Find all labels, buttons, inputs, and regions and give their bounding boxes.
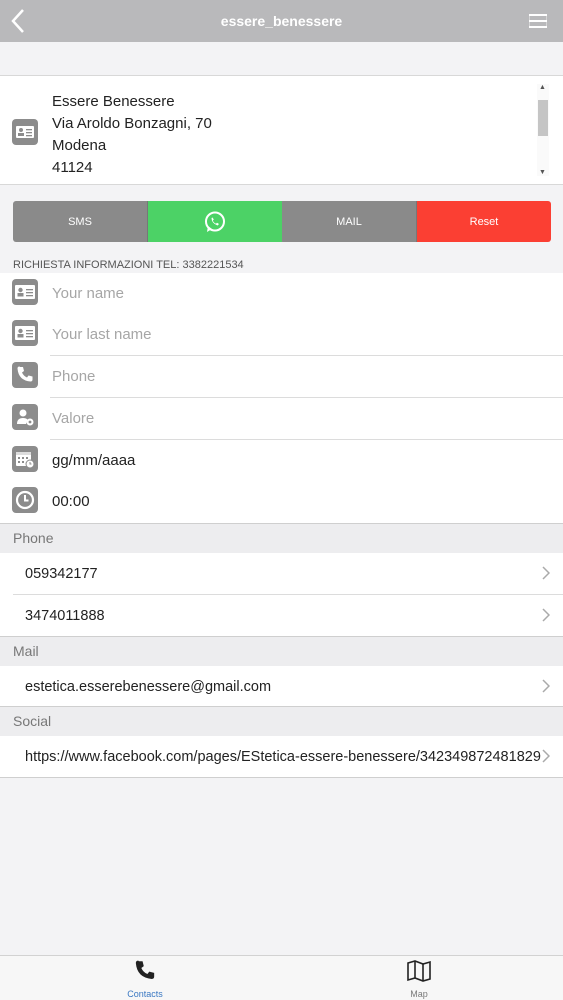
whatsapp-button[interactable] xyxy=(148,201,282,242)
page-title: essere_benessere xyxy=(220,13,343,29)
address-line-name: Essere Benessere xyxy=(52,93,175,110)
address-line-city: Modena xyxy=(52,137,107,154)
value-field[interactable]: Valore xyxy=(0,398,563,440)
facebook-link: https://www.facebook.com/pages/EStetica-… xyxy=(25,749,541,765)
chevron-right-icon xyxy=(542,749,550,763)
back-arrow-icon[interactable] xyxy=(8,8,30,34)
top-bar: essere_benessere xyxy=(0,0,563,42)
phone-number: 059342177 xyxy=(25,566,98,582)
hamburger-menu-icon[interactable] xyxy=(529,14,547,28)
mail-list-item[interactable]: estetica.esserebenessere@gmail.com xyxy=(0,666,563,708)
last-name-placeholder: Your last name xyxy=(52,326,152,343)
address-scrollbar[interactable]: ▲ ▼ xyxy=(537,84,549,176)
time-value: 00:00 xyxy=(52,493,90,510)
sms-button[interactable]: SMS xyxy=(13,201,148,242)
time-field[interactable]: 00:00 xyxy=(0,481,563,523)
person-settings-icon xyxy=(12,404,38,430)
phone-field[interactable]: Phone xyxy=(0,356,563,398)
whatsapp-icon xyxy=(205,211,225,232)
address-text: Essere Benessere Via Aroldo Bonzagni, 70… xyxy=(52,91,212,179)
phone-number: 3474011888 xyxy=(25,608,105,624)
reset-button[interactable]: Reset xyxy=(417,201,551,242)
address-line-street: Via Aroldo Bonzagni, 70 xyxy=(52,115,212,132)
social-section-header: Social xyxy=(0,706,563,736)
phone-list-item[interactable]: 3474011888 xyxy=(0,595,563,637)
social-list-item[interactable]: https://www.facebook.com/pages/EStetica-… xyxy=(0,736,563,778)
request-info-label: RICHIESTA INFORMAZIONI TEL: 3382221534 xyxy=(13,259,244,271)
address-line-zip: 41124 xyxy=(52,159,93,176)
chevron-right-icon xyxy=(542,608,550,622)
social-section-title: Social xyxy=(13,713,52,729)
clock-icon xyxy=(12,487,38,513)
phone-placeholder: Phone xyxy=(52,368,96,385)
phone-section-header: Phone xyxy=(0,523,563,553)
chevron-right-icon xyxy=(542,566,550,580)
calendar-icon xyxy=(12,446,38,472)
scroll-down-arrow-icon[interactable]: ▼ xyxy=(539,169,546,176)
contact-card-icon xyxy=(12,119,38,145)
mail-section-header: Mail xyxy=(0,636,563,666)
date-field[interactable]: gg/mm/aaaa xyxy=(0,440,563,482)
last-name-field[interactable]: Your last name xyxy=(0,314,563,356)
action-buttons: SMS MAIL Reset xyxy=(13,201,551,242)
tab-contacts-label: Contacts xyxy=(127,989,163,999)
tab-map-label: Map xyxy=(410,989,428,999)
mail-button[interactable]: MAIL xyxy=(282,201,417,242)
tab-contacts[interactable]: Contacts xyxy=(115,960,175,999)
scroll-thumb[interactable] xyxy=(538,100,548,136)
date-value: gg/mm/aaaa xyxy=(52,452,136,469)
scroll-up-arrow-icon[interactable]: ▲ xyxy=(539,84,546,91)
value-placeholder: Valore xyxy=(52,410,95,427)
mail-section-title: Mail xyxy=(13,643,39,659)
phone-section-title: Phone xyxy=(13,530,54,546)
map-icon xyxy=(407,960,431,982)
phone-icon xyxy=(12,362,38,388)
email-address: estetica.esserebenessere@gmail.com xyxy=(25,679,272,695)
phone-list-item[interactable]: 059342177 xyxy=(0,553,563,595)
address-box[interactable]: Essere Benessere Via Aroldo Bonzagni, 70… xyxy=(0,75,563,185)
chevron-right-icon xyxy=(542,679,550,693)
name-placeholder: Your name xyxy=(52,285,124,302)
contact-card-icon xyxy=(12,320,38,346)
phone-icon xyxy=(135,960,155,979)
bottom-tab-bar: Contacts Map xyxy=(0,955,563,1000)
tab-map[interactable]: Map xyxy=(389,960,449,999)
name-field[interactable]: Your name xyxy=(0,273,563,315)
contact-card-icon xyxy=(12,279,38,305)
